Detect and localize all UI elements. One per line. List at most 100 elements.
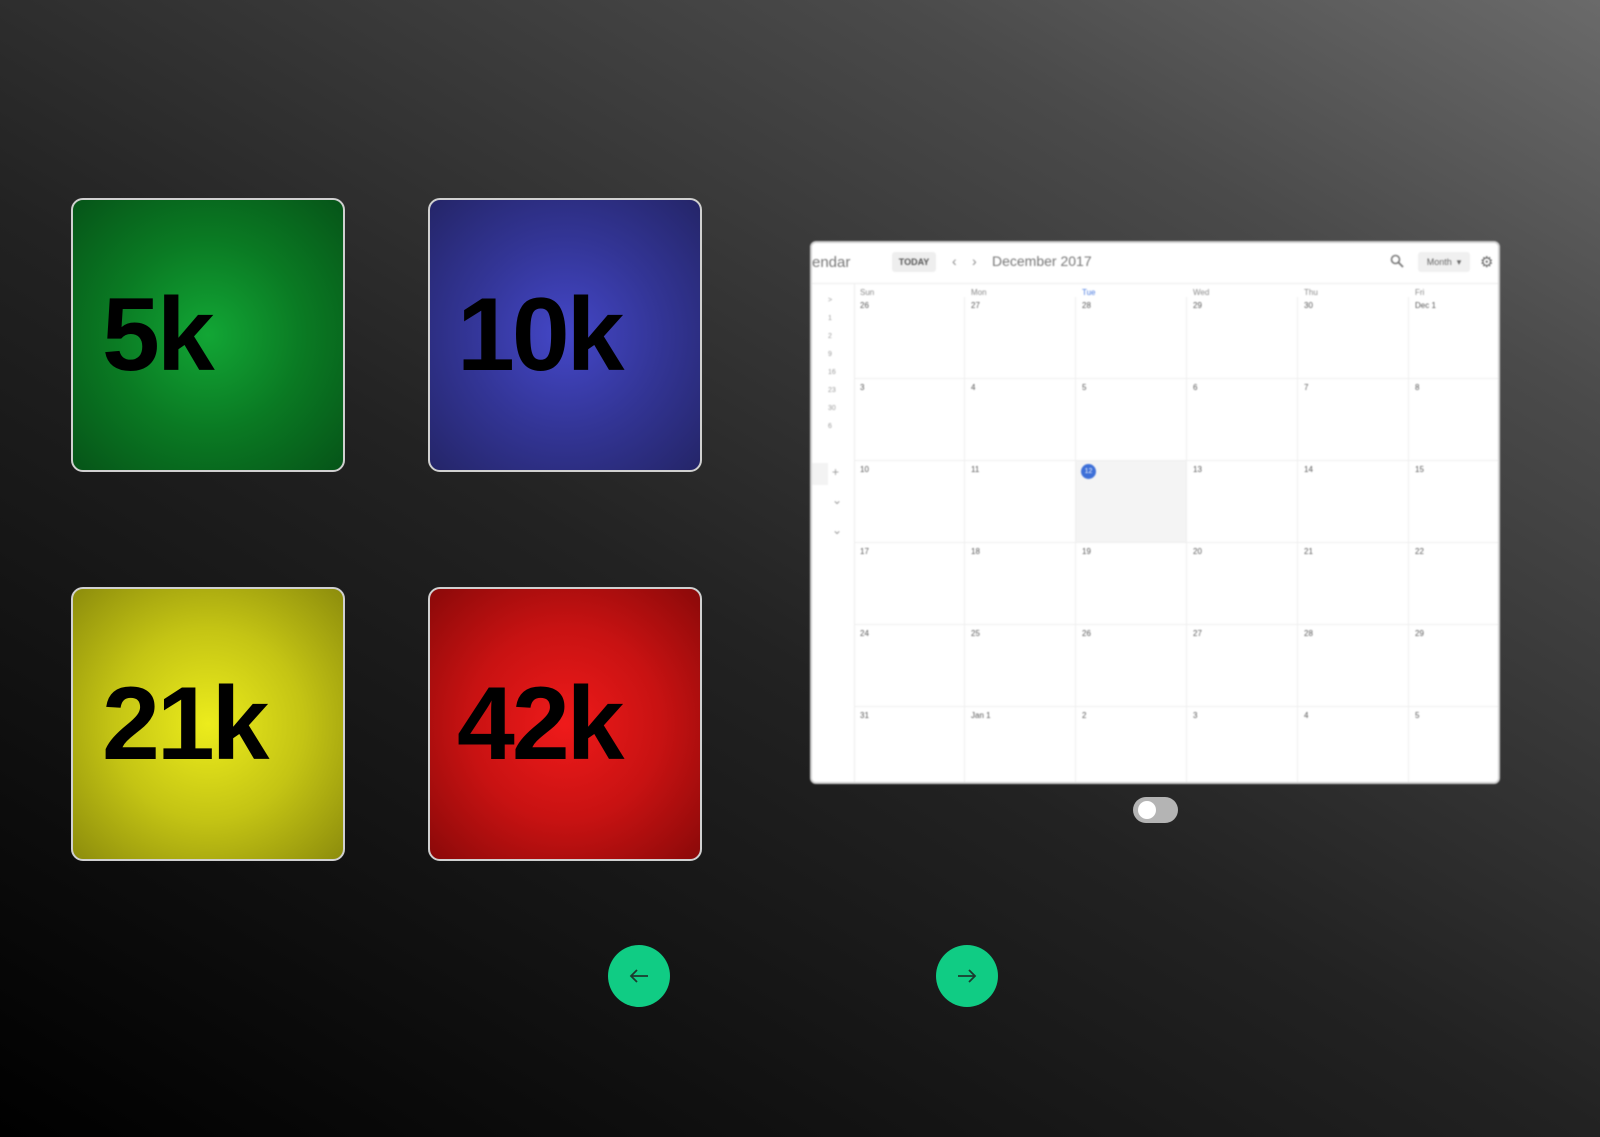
calendar-header: endar TODAY ‹ › December 2017 Month ▾ ⚙	[812, 243, 1498, 284]
day-cell[interactable]: 17	[854, 543, 965, 625]
month-grid: Sun Mon Tue Wed Thu Fri 26 27 28 29 30 Dec 1 3 4 5 6 7 8 1…	[854, 283, 1498, 782]
day-cell[interactable]: 5	[1076, 379, 1187, 461]
day-cell[interactable]: 27	[965, 297, 1076, 379]
day-cell[interactable]: 3	[854, 379, 965, 461]
tile-10k[interactable]: 10k	[428, 198, 702, 472]
day-cell[interactable]: 18	[965, 543, 1076, 625]
day-cell[interactable]: 28	[1076, 297, 1187, 379]
day-number: 26	[860, 301, 869, 310]
day-number: 24	[860, 629, 869, 638]
day-cell[interactable]: 12	[1076, 461, 1187, 543]
day-number: 27	[971, 301, 980, 310]
tile-label: 21k	[102, 666, 270, 782]
tile-42k[interactable]: 42k	[428, 587, 702, 861]
day-number: 2	[1082, 711, 1087, 720]
day-cell[interactable]: 26	[854, 297, 965, 379]
month-title: December 2017	[992, 253, 1092, 269]
chevron-left-icon[interactable]: ‹	[952, 253, 957, 269]
day-cell[interactable]: 11	[965, 461, 1076, 543]
view-select-label: Month	[1426, 257, 1452, 267]
day-cell[interactable]: Jan 1	[965, 707, 1076, 782]
day-cell[interactable]: 8	[1409, 379, 1498, 461]
day-cell[interactable]: 19	[1076, 543, 1187, 625]
day-cell[interactable]: 31	[854, 707, 965, 782]
day-number: 17	[860, 547, 869, 556]
day-cell[interactable]: 21	[1298, 543, 1409, 625]
day-number: 19	[1082, 547, 1091, 556]
search-icon[interactable]	[1390, 254, 1404, 268]
prev-button[interactable]	[608, 945, 670, 1007]
day-cell[interactable]: 22	[1409, 543, 1498, 625]
mini-calendar-item: 9	[828, 351, 832, 358]
toggle-switch[interactable]	[1133, 797, 1178, 823]
day-cell[interactable]: 13	[1187, 461, 1298, 543]
sidebar-collapsed-panel	[812, 463, 828, 485]
day-cell[interactable]: 7	[1298, 379, 1409, 461]
chevron-down-icon[interactable]: ⌄	[832, 493, 842, 507]
calendar-sidebar: + ⌄ ⌄ >1 2 9 16 23 30 6	[812, 283, 855, 782]
day-cell[interactable]: 6	[1187, 379, 1298, 461]
day-cell[interactable]: 3	[1187, 707, 1298, 782]
tile-21k[interactable]: 21k	[71, 587, 345, 861]
today-button[interactable]: TODAY	[892, 252, 936, 272]
day-cell[interactable]: 24	[854, 625, 965, 707]
day-cell[interactable]: 20	[1187, 543, 1298, 625]
day-number: 29	[1193, 301, 1202, 310]
weekday-label: Tue	[1082, 288, 1096, 297]
weekday-label: Thu	[1304, 288, 1318, 297]
day-number: 4	[971, 383, 976, 392]
toggle-knob	[1138, 801, 1156, 819]
mini-calendar-item: 30	[828, 405, 836, 412]
tile-5k[interactable]: 5k	[71, 198, 345, 472]
gear-icon[interactable]: ⚙	[1480, 253, 1493, 271]
mini-calendar-item: 2	[828, 333, 832, 340]
day-cell[interactable]: 15	[1409, 461, 1498, 543]
day-number: 10	[860, 465, 869, 474]
day-number: 27	[1193, 629, 1202, 638]
day-cell[interactable]: 25	[965, 625, 1076, 707]
day-cell[interactable]: 10	[854, 461, 965, 543]
day-number: 3	[1193, 711, 1198, 720]
day-cell[interactable]: 5	[1409, 707, 1498, 782]
day-number: 6	[1193, 383, 1198, 392]
day-number: 13	[1193, 465, 1202, 474]
day-number: 7	[1304, 383, 1309, 392]
day-number: 30	[1304, 301, 1313, 310]
day-cell[interactable]: 29	[1187, 297, 1298, 379]
day-cell[interactable]: 26	[1076, 625, 1187, 707]
day-cell[interactable]: 2	[1076, 707, 1187, 782]
day-cell[interactable]: 4	[1298, 707, 1409, 782]
day-number: 21	[1304, 547, 1313, 556]
day-number: 22	[1415, 547, 1424, 556]
mini-calendar-item: >	[828, 297, 833, 304]
day-cell[interactable]: 27	[1187, 625, 1298, 707]
day-number: 5	[1415, 711, 1420, 720]
chevron-down-icon: ▾	[1456, 256, 1462, 267]
day-number: 15	[1415, 465, 1424, 474]
day-number: Dec 1	[1415, 301, 1436, 310]
mini-calendar-item: 1	[828, 315, 832, 322]
tile-label: 42k	[457, 666, 625, 782]
day-cell[interactable]: 29	[1409, 625, 1498, 707]
day-number: 28	[1304, 629, 1313, 638]
mini-calendar-item: 16	[828, 369, 836, 376]
weekday-label: Fri	[1415, 288, 1425, 297]
day-cell[interactable]: Dec 1	[1409, 297, 1498, 379]
view-select[interactable]: Month ▾	[1418, 252, 1470, 272]
day-number: 29	[1415, 629, 1424, 638]
add-icon[interactable]: +	[832, 465, 839, 479]
today-date-badge: 12	[1081, 464, 1096, 479]
arrow-left-icon	[629, 969, 648, 983]
day-cell[interactable]: 14	[1298, 461, 1409, 543]
calendar-preview[interactable]: endar TODAY ‹ › December 2017 Month ▾ ⚙ …	[810, 241, 1500, 784]
next-button[interactable]	[936, 945, 998, 1007]
day-number: 18	[971, 547, 980, 556]
day-cell[interactable]: 30	[1298, 297, 1409, 379]
day-number: 28	[1082, 301, 1091, 310]
chevron-right-icon[interactable]: ›	[972, 253, 977, 269]
day-cell[interactable]: 28	[1298, 625, 1409, 707]
day-cell[interactable]: 4	[965, 379, 1076, 461]
day-number: 25	[971, 629, 980, 638]
chevron-down-icon[interactable]: ⌄	[832, 523, 842, 537]
day-number: 11	[971, 465, 980, 474]
